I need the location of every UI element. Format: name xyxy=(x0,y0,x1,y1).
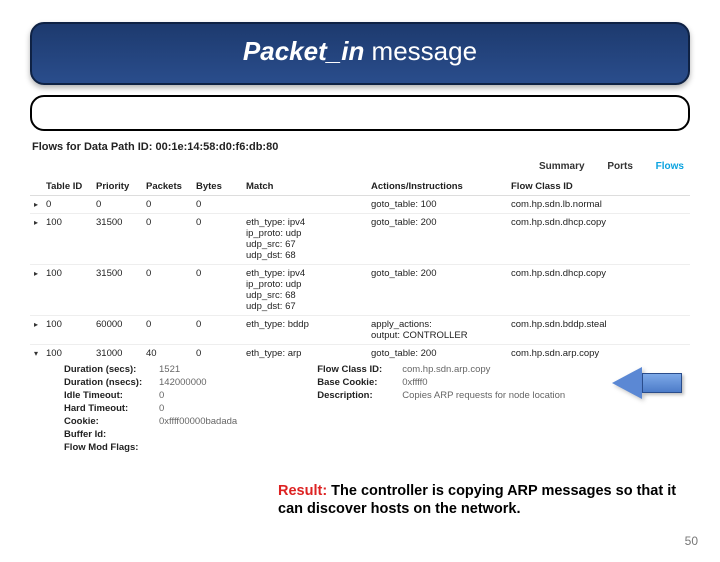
detail-row: Duration (nsecs):142000000 xyxy=(64,377,237,388)
table-row[interactable]: ▸1006000000eth_type: bddpapply_actions:o… xyxy=(30,316,690,345)
detail-row: Description:Copies ARP requests for node… xyxy=(317,390,565,401)
arrow-body xyxy=(642,373,682,393)
col-table-id: Table ID xyxy=(42,178,92,196)
callout-arrow xyxy=(612,367,682,399)
row-detail-block: Duration (secs):1521 Duration (nsecs):142… xyxy=(30,362,690,455)
result-text: The controller is copying ARP messages s… xyxy=(278,483,676,517)
expand-caret-icon[interactable]: ▸ xyxy=(34,320,42,329)
col-packets: Packets xyxy=(142,178,192,196)
detail-row: Hard Timeout:0 xyxy=(64,403,237,414)
tab-summary[interactable]: Summary xyxy=(539,161,585,172)
detail-row: Cookie:0xffff00000badada xyxy=(64,416,237,427)
arrow-left-icon xyxy=(612,367,642,399)
detail-row: Base Cookie:0xffff0 xyxy=(317,377,565,388)
tab-flows[interactable]: Flows xyxy=(656,161,684,172)
detail-row: Flow Class ID:com.hp.sdn.arp.copy xyxy=(317,364,565,375)
col-flow-class: Flow Class ID xyxy=(507,178,690,196)
col-actions: Actions/Instructions xyxy=(367,178,507,196)
page-number: 50 xyxy=(685,534,698,548)
title-emphasis: Packet_in xyxy=(243,36,364,66)
expand-caret-icon[interactable]: ▸ xyxy=(34,218,42,227)
table-row[interactable]: ▸1003150000eth_type: ipv4ip_proto: udpud… xyxy=(30,265,690,316)
flows-panel: Flows for Data Path ID: 00:1e:14:58:d0:f… xyxy=(30,139,690,455)
empty-outline-box xyxy=(30,95,690,131)
expand-caret-icon[interactable]: ▸ xyxy=(34,200,42,209)
flows-header: Flows for Data Path ID: 00:1e:14:58:d0:f… xyxy=(30,139,690,159)
title-plain: message xyxy=(364,36,477,66)
table-header-row: Table ID Priority Packets Bytes Match Ac… xyxy=(30,178,690,196)
col-match: Match xyxy=(242,178,367,196)
detail-row: Idle Timeout:0 xyxy=(64,390,237,401)
table-row[interactable]: ▸1003150000eth_type: ipv4ip_proto: udpud… xyxy=(30,214,690,265)
tabs-row: Summary Ports Flows xyxy=(30,159,690,178)
detail-row: Flow Mod Flags: xyxy=(64,442,237,453)
table-row[interactable]: ▸0000goto_table: 100com.hp.sdn.lb.normal xyxy=(30,196,690,214)
flow-table: Table ID Priority Packets Bytes Match Ac… xyxy=(30,178,690,362)
detail-row: Duration (secs):1521 xyxy=(64,364,237,375)
col-bytes: Bytes xyxy=(192,178,242,196)
result-label: Result: xyxy=(278,483,327,499)
table-row[interactable]: ▾10031000400eth_type: arpgoto_table: 200… xyxy=(30,345,690,363)
col-priority: Priority xyxy=(92,178,142,196)
result-caption: Result: The controller is copying ARP me… xyxy=(278,482,678,518)
detail-row: Buffer Id: xyxy=(64,429,237,440)
tab-ports[interactable]: Ports xyxy=(607,161,633,172)
expand-caret-icon[interactable]: ▾ xyxy=(34,349,42,358)
title-banner: Packet_in message xyxy=(30,22,690,85)
expand-caret-icon[interactable]: ▸ xyxy=(34,269,42,278)
